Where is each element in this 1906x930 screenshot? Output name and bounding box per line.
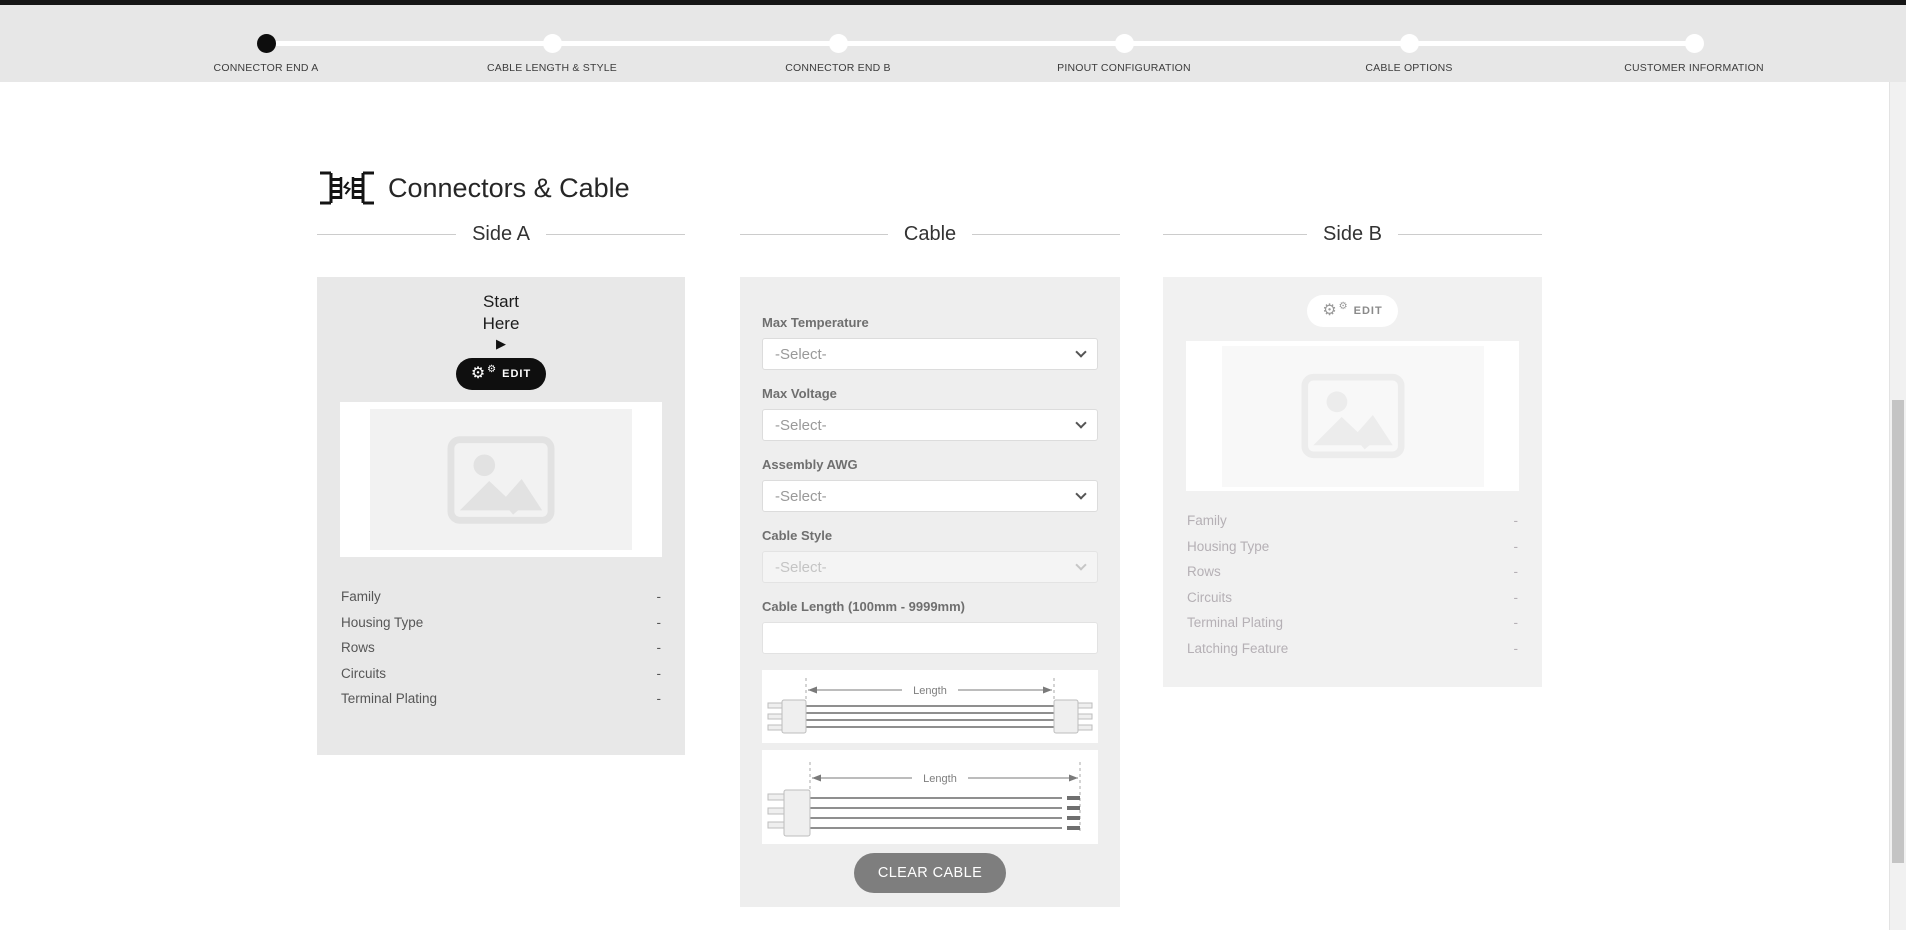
page: CONNECTOR END A CABLE LENGTH & STYLE CON… <box>0 0 1906 930</box>
max-voltage-label: Max Voltage <box>762 386 1098 401</box>
step-dot-icon[interactable] <box>1115 34 1134 53</box>
side-a-spec-list: Family- Housing Type- Rows- Circuits- Te… <box>341 584 661 712</box>
side-a-image-placeholder <box>370 409 632 550</box>
scrollbar-thumb[interactable] <box>1892 400 1904 863</box>
side-b-spec-list: Family- Housing Type- Rows- Circuits- Te… <box>1187 508 1518 661</box>
side-b-photo-strip <box>1186 341 1519 491</box>
start-here-hint: Start <box>317 291 685 313</box>
vertical-scrollbar[interactable] <box>1889 82 1906 930</box>
max-voltage-select[interactable]: -Select- <box>762 409 1098 441</box>
cable-diagram-single-end: Length <box>762 750 1098 844</box>
side-a-heading: Side A <box>317 221 685 247</box>
window-top-edge <box>0 0 1906 5</box>
spec-row: Circuits- <box>341 661 661 687</box>
step-connector-end-b[interactable]: CONNECTOR END B <box>728 5 948 74</box>
step-cable-options[interactable]: CABLE OPTIONS <box>1299 5 1519 74</box>
side-b-edit-button[interactable]: ⚙ ⚙ EDIT <box>1307 295 1397 327</box>
gear-icon: ⚙ <box>1322 304 1336 318</box>
divider-line <box>972 234 1120 235</box>
side-a-edit-button[interactable]: ⚙ ⚙ EDIT <box>456 358 546 390</box>
cable-style-select[interactable]: -Select- <box>762 551 1098 583</box>
side-a-panel: Start Here ▶ ⚙ ⚙ EDIT Family- Housing Ty… <box>317 277 685 755</box>
image-placeholder-icon <box>447 435 555 525</box>
step-label: CABLE LENGTH & STYLE <box>442 62 662 74</box>
cable-diagram-both-ends: Length <box>762 670 1098 743</box>
assembly-awg-select[interactable]: -Select- <box>762 480 1098 512</box>
step-label: CABLE OPTIONS <box>1299 62 1519 74</box>
cable-panel: Max Temperature -Select- Max Voltage -Se… <box>740 277 1120 907</box>
chevron-down-icon <box>1075 417 1086 428</box>
step-customer-information[interactable]: CUSTOMER INFORMATION <box>1584 5 1804 74</box>
cable-length-label: Cable Length (100mm - 9999mm) <box>762 599 1098 614</box>
spec-row: Housing Type- <box>1187 534 1518 560</box>
spec-row: Terminal Plating- <box>1187 610 1518 636</box>
step-dot-icon[interactable] <box>257 34 276 53</box>
gear-small-icon: ⚙ <box>487 365 496 375</box>
divider-line <box>546 234 685 235</box>
divider-line <box>317 234 456 235</box>
progress-stepper: CONNECTOR END A CABLE LENGTH & STYLE CON… <box>0 5 1906 82</box>
step-dot-icon[interactable] <box>1400 34 1419 53</box>
step-dot-icon[interactable] <box>1685 34 1704 53</box>
start-here-hint: Here <box>317 313 685 335</box>
page-title: Connectors & Cable <box>388 173 630 204</box>
svg-text:Length: Length <box>913 685 947 697</box>
max-temperature-label: Max Temperature <box>762 315 1098 330</box>
cable-style-label: Cable Style <box>762 528 1098 543</box>
step-cable-length-style[interactable]: CABLE LENGTH & STYLE <box>442 5 662 74</box>
step-label: PINOUT CONFIGURATION <box>1014 62 1234 74</box>
step-label: CONNECTOR END A <box>156 62 376 74</box>
side-a-photo-strip <box>340 402 662 557</box>
gear-small-icon: ⚙ <box>1339 302 1348 312</box>
spec-row: Rows- <box>1187 559 1518 585</box>
step-dot-icon[interactable] <box>543 34 562 53</box>
spec-row: Circuits- <box>1187 585 1518 611</box>
clear-cable-button[interactable]: CLEAR CABLE <box>854 853 1006 893</box>
gear-icon: ⚙ <box>471 367 485 381</box>
spec-row: Housing Type- <box>341 610 661 636</box>
step-connector-end-a[interactable]: CONNECTOR END A <box>156 5 376 74</box>
page-header: Connectors & Cable <box>316 168 630 208</box>
start-arrow-icon: ▶ <box>317 335 685 353</box>
step-dot-icon[interactable] <box>829 34 848 53</box>
image-placeholder-icon <box>1301 373 1405 459</box>
max-temperature-select[interactable]: -Select- <box>762 338 1098 370</box>
spec-row: Family- <box>1187 508 1518 534</box>
chevron-down-icon <box>1075 559 1086 570</box>
divider-line <box>1163 234 1307 235</box>
divider-line <box>1398 234 1542 235</box>
chevron-down-icon <box>1075 346 1086 357</box>
cable-heading: Cable <box>740 221 1120 247</box>
spec-row: Latching Feature- <box>1187 636 1518 662</box>
assembly-awg-label: Assembly AWG <box>762 457 1098 472</box>
chevron-down-icon <box>1075 488 1086 499</box>
spec-row: Family- <box>341 584 661 610</box>
connector-mating-icon <box>316 168 378 208</box>
step-label: CUSTOMER INFORMATION <box>1584 62 1804 74</box>
side-b-heading: Side B <box>1163 221 1542 247</box>
side-b-image-placeholder <box>1222 346 1484 487</box>
step-pinout-configuration[interactable]: PINOUT CONFIGURATION <box>1014 5 1234 74</box>
step-label: CONNECTOR END B <box>728 62 948 74</box>
side-b-panel: ⚙ ⚙ EDIT Family- Housing Type- Rows- Cir… <box>1163 277 1542 687</box>
svg-text:Length: Length <box>923 773 957 785</box>
divider-line <box>740 234 888 235</box>
spec-row: Rows- <box>341 635 661 661</box>
cable-length-input[interactable] <box>762 622 1098 654</box>
spec-row: Terminal Plating- <box>341 686 661 712</box>
